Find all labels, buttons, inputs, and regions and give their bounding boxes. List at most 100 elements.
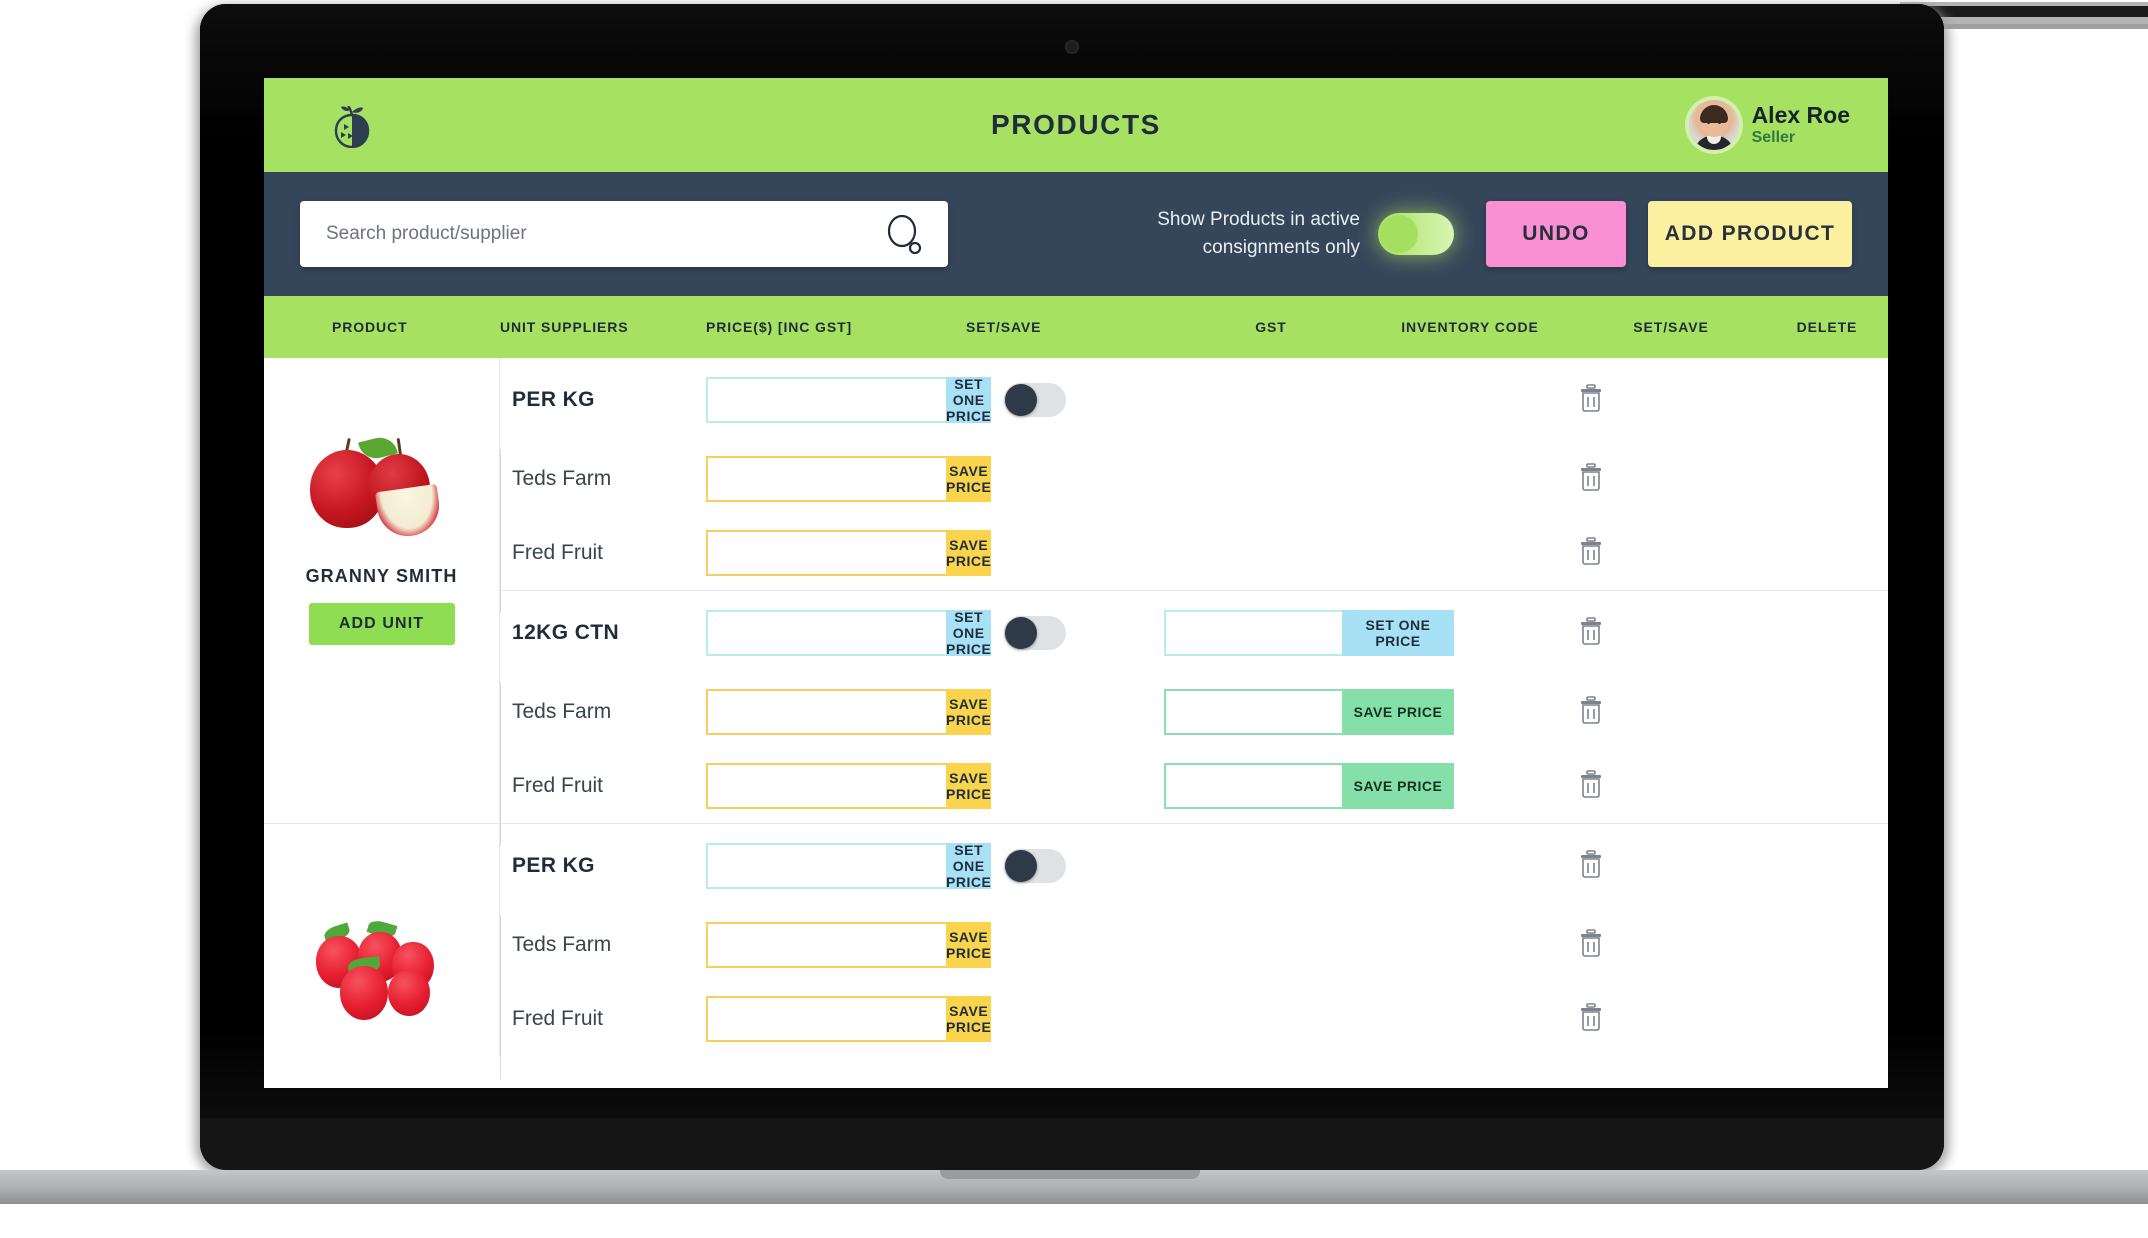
toolbar-actions: Show Products in active consignments onl… <box>1157 201 1852 267</box>
price-input[interactable] <box>706 610 946 656</box>
laptop-lid-chin <box>200 1118 1944 1170</box>
user-name: Alex Roe <box>1751 101 1850 128</box>
trash-icon[interactable] <box>1579 769 1603 803</box>
app-header: PRODUCTS Alex Roe Seller <box>264 78 1888 172</box>
set-one-price-field[interactable]: SET ONE PRICE <box>706 842 992 890</box>
set-one-price-button[interactable]: SET ONE PRICE <box>1342 610 1454 656</box>
search-bar[interactable] <box>300 201 948 267</box>
save-inventory-field[interactable]: SAVE PRICE <box>1164 689 1454 735</box>
price-input[interactable] <box>706 763 946 809</box>
supplier-label-cell: Teds Farm <box>500 449 698 561</box>
webcam-icon <box>1065 40 1079 54</box>
add-product-button[interactable]: ADD PRODUCT <box>1648 201 1852 267</box>
delete-cell <box>1530 769 1652 803</box>
unit-group: 12KG CTN SET ONE PRICE SET ONE PRICE Ted… <box>500 591 1888 846</box>
search-icon[interactable] <box>886 214 924 260</box>
table-body: GRANNY SMITH ADD UNIT PER KG SET ONE PRI… <box>264 358 1888 1079</box>
trash-icon[interactable] <box>1579 462 1603 496</box>
trash-icon[interactable] <box>1579 928 1603 962</box>
table-header-row: PRODUCT UNIT SUPPLIERS PRICE($) [INC GST… <box>264 296 1888 358</box>
save-price-button[interactable]: SAVE PRICE <box>946 763 992 809</box>
active-consignments-label: Show Products in active consignments onl… <box>1157 206 1360 261</box>
price-input[interactable] <box>706 377 946 423</box>
price-cell: SAVE PRICE <box>698 530 992 576</box>
save-price-button[interactable]: SAVE PRICE <box>1342 689 1454 735</box>
price-cell: SAVE PRICE <box>698 922 992 968</box>
unit-row: PER KG SET ONE PRICE <box>500 824 1888 908</box>
trash-icon[interactable] <box>1579 849 1603 883</box>
trash-icon[interactable] <box>1579 616 1603 650</box>
price-input[interactable] <box>706 843 946 889</box>
supplier-row: Teds Farm SAVE PRICE <box>500 442 1888 561</box>
unit-groups: PER KG SET ONE PRICE Teds Farm SAVE PRIC… <box>500 824 1888 1079</box>
supplier-label-cell: Fred Fruit <box>500 967 698 1079</box>
user-role: Seller <box>1751 129 1796 147</box>
search-input[interactable] <box>326 201 922 267</box>
unit-name: 12KG CTN <box>512 621 620 644</box>
set-one-inventory-field[interactable]: SET ONE PRICE <box>1164 610 1454 656</box>
product-block: PER KG SET ONE PRICE Teds Farm SAVE PRIC… <box>264 824 1888 1079</box>
product-name: GRANNY SMITH <box>305 566 458 586</box>
inventory-code-input[interactable] <box>1164 610 1342 656</box>
gst-toggle[interactable] <box>1004 616 1066 650</box>
price-cell: SAVE PRICE <box>698 996 992 1042</box>
save-price-button[interactable]: SAVE PRICE <box>946 530 992 576</box>
gst-cell <box>942 616 1128 650</box>
save-price-field[interactable]: SAVE PRICE <box>706 763 992 809</box>
trash-icon[interactable] <box>1579 695 1603 729</box>
save-price-field[interactable]: SAVE PRICE <box>706 456 992 502</box>
trash-icon[interactable] <box>1579 383 1603 417</box>
inventory-code-input[interactable] <box>1164 689 1342 735</box>
save-price-field[interactable]: SAVE PRICE <box>706 996 992 1042</box>
add-unit-button[interactable]: ADD UNIT <box>308 603 455 645</box>
set-one-price-field[interactable]: SET ONE PRICE <box>706 376 992 424</box>
gst-cell <box>942 383 1128 417</box>
price-cell: SET ONE PRICE <box>698 842 992 890</box>
gst-toggle[interactable] <box>1004 849 1066 883</box>
supplier-label-cell: Teds Farm <box>500 915 698 1027</box>
supplier-name: Fred Fruit <box>512 541 604 564</box>
price-input[interactable] <box>706 456 946 502</box>
set-one-price-field[interactable]: SET ONE PRICE <box>706 609 992 657</box>
price-cell: SAVE PRICE <box>698 763 992 809</box>
unit-label-cell: PER KG <box>500 388 698 412</box>
unit-name: PER KG <box>512 388 595 411</box>
save-price-field[interactable]: SAVE PRICE <box>706 922 992 968</box>
supplier-name: Teds Farm <box>512 700 612 723</box>
inventory-code-input[interactable] <box>1164 763 1342 809</box>
user-profile[interactable]: Alex Roe Seller <box>1688 100 1850 150</box>
price-input[interactable] <box>706 689 946 735</box>
column-header-unit-suppliers: UNIT SUPPLIERS <box>500 319 629 335</box>
product-cell <box>264 824 500 1056</box>
unit-label-cell: PER KG <box>500 854 698 878</box>
price-input[interactable] <box>706 530 946 576</box>
unit-group: PER KG SET ONE PRICE Teds Farm SAVE PRIC… <box>500 358 1888 613</box>
delete-cell <box>1530 1002 1652 1036</box>
save-price-button[interactable]: SAVE PRICE <box>1342 763 1454 809</box>
save-inventory-field[interactable]: SAVE PRICE <box>1164 763 1454 809</box>
red-apples-image <box>306 432 458 544</box>
background-bar-grey-2 <box>1930 24 2148 29</box>
undo-button[interactable]: UNDO <box>1486 201 1626 267</box>
save-price-field[interactable]: SAVE PRICE <box>706 689 992 735</box>
trash-icon[interactable] <box>1579 1002 1603 1036</box>
supplier-label-cell: Fred Fruit <box>500 734 698 846</box>
save-price-field[interactable]: SAVE PRICE <box>706 530 992 576</box>
active-consignments-toggle[interactable] <box>1378 213 1454 255</box>
column-header-product: PRODUCT <box>332 319 408 335</box>
supplier-row: Fred Fruit SAVE PRICE <box>500 501 1888 613</box>
price-input[interactable] <box>706 922 946 968</box>
unit-group: PER KG SET ONE PRICE Teds Farm SAVE PRIC… <box>500 824 1888 1079</box>
laptop-base-edge <box>0 1204 2148 1214</box>
apple-logo-icon[interactable] <box>332 105 372 149</box>
save-price-button[interactable]: SAVE PRICE <box>946 456 992 502</box>
save-price-button[interactable]: SAVE PRICE <box>946 996 992 1042</box>
save-price-button[interactable]: SAVE PRICE <box>946 689 992 735</box>
column-header-set-save-price: SET/SAVE <box>966 319 1042 335</box>
price-input[interactable] <box>706 996 946 1042</box>
save-price-button[interactable]: SAVE PRICE <box>946 922 992 968</box>
delete-cell <box>1530 462 1652 496</box>
active-consignments-label-line1: Show Products in active <box>1157 209 1360 231</box>
gst-toggle[interactable] <box>1004 383 1066 417</box>
trash-icon[interactable] <box>1579 536 1603 570</box>
